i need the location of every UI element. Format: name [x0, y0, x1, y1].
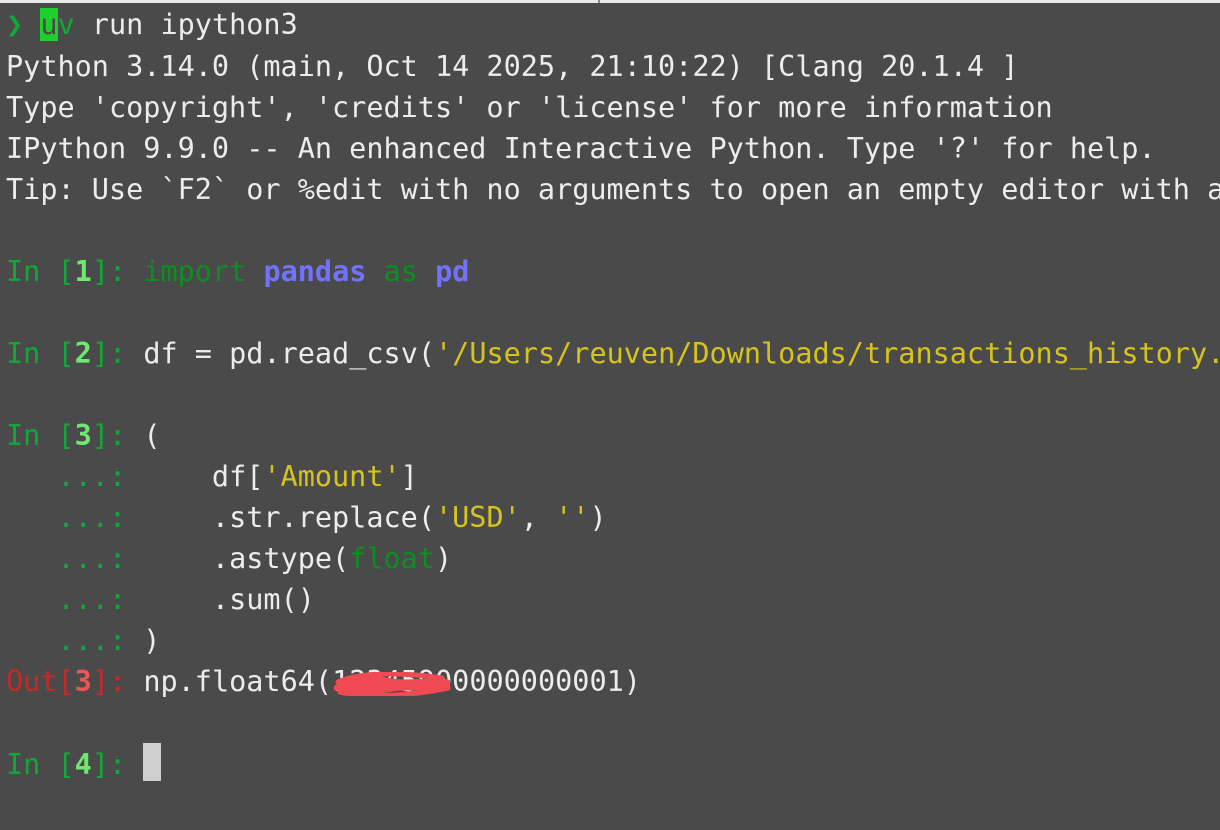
continuation-line: ...: .str.replace('USD', '') [6, 501, 607, 534]
shell-cursor-char: u [40, 8, 58, 41]
shell-cmd-char: v [57, 8, 75, 41]
code-text: ( [143, 419, 161, 452]
continuation-prompt: ...: [6, 501, 144, 534]
redaction-scribble [334, 672, 451, 696]
continuation-prompt: ...: [6, 583, 144, 616]
input-cell-2: In [2]: df = pd.read_csv('/Users/reuven/… [6, 333, 1220, 374]
code-text: df = pd.read_csv( [143, 337, 436, 370]
module-alias: pd [435, 255, 470, 288]
builtin-float: float [349, 542, 435, 575]
window-top-edge [0, 0, 1220, 3]
continuation-prompt: ...: [6, 624, 144, 657]
continuation-line: ...: ) [6, 624, 161, 657]
continuation-line: ...: df['Amount'] [6, 460, 418, 493]
cell-number: 4 [74, 748, 92, 781]
empty-string: '' [555, 501, 590, 534]
banner-tip: Tip: Use `F2` or %edit with no arguments… [6, 173, 1220, 206]
text-cursor[interactable] [143, 743, 162, 781]
shell-prompt-icon: ❯ [6, 8, 24, 41]
pane-divider [598, 0, 600, 3]
output-text: np.float64( [143, 665, 333, 698]
continuation-prompt: ...: [6, 460, 144, 493]
shell-command-text: run ipython3 [74, 8, 298, 41]
cell-number: 1 [74, 255, 92, 288]
shell-command-line: ❯ uv run ipython3 [6, 4, 298, 45]
csv-path-string: '/Users/reuven/Downloads/transactions_hi… [435, 337, 1220, 370]
in-label: In [6, 255, 58, 288]
module-name: pandas [263, 255, 367, 288]
usd-string: 'USD' [434, 501, 521, 534]
input-cell-4[interactable]: In [4]: [6, 743, 162, 784]
out-label: Out [6, 665, 58, 698]
banner-copyright: Type 'copyright', 'credits' or 'license'… [6, 91, 1053, 124]
keyword-as: as [383, 255, 418, 288]
out-number: 3 [74, 665, 92, 698]
cell-number: 3 [74, 419, 92, 452]
keyword-import: import [143, 255, 247, 288]
terminal-window[interactable]: ❯ uv run ipython3 Python 3.14.0 (main, O… [0, 0, 1220, 830]
banner-ipython-version: IPython 9.9.0 -- An enhanced Interactive… [6, 132, 1156, 165]
continuation-line: ...: .astype(float) [6, 542, 453, 575]
banner-python-version: Python 3.14.0 (main, Oct 14 2025, 21:10:… [6, 50, 1019, 83]
continuation-line: ...: .sum() [6, 583, 315, 616]
input-cell-1: In [1]: import pandas as pd [6, 255, 470, 288]
output-cell-3: Out[3]: np.float64(12345900000000001) [6, 661, 641, 702]
column-string: 'Amount' [263, 460, 401, 493]
cell-number: 2 [74, 337, 92, 370]
input-cell-3: In [3]: ( [6, 419, 161, 452]
redacted-digits: 12345 [332, 661, 451, 702]
continuation-prompt: ...: [6, 542, 144, 575]
